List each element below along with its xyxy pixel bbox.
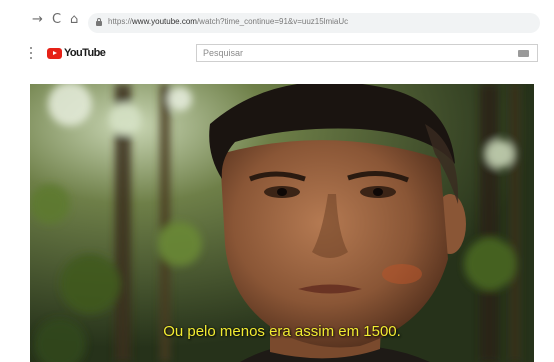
url-path: /watch?time_continue=91&v=uuz15lmiaUc <box>196 17 349 26</box>
home-icon[interactable]: ⌂ <box>70 13 78 27</box>
url-prefix: https:// <box>108 17 133 26</box>
url-host: www.youtube.com <box>132 17 197 26</box>
logo-text: YouTube <box>64 47 106 59</box>
video-player[interactable]: Ou pelo menos era assim em 1500. <box>30 84 534 362</box>
search-placeholder: Pesquisar <box>203 48 244 58</box>
keyboard-icon[interactable] <box>518 50 529 57</box>
video-subtitle: Ou pelo menos era assim em 1500. <box>163 323 401 340</box>
kebab-menu-icon[interactable] <box>30 47 33 59</box>
reload-icon[interactable]: C <box>52 13 61 27</box>
address-bar[interactable]: https://www.youtube.com/watch?time_conti… <box>88 13 540 33</box>
youtube-logo[interactable]: YouTube <box>47 47 106 59</box>
youtube-header: YouTube Pesquisar <box>0 40 554 68</box>
video-frame <box>30 84 534 362</box>
forward-arrow-icon[interactable]: → <box>32 13 43 27</box>
lock-icon <box>96 18 102 26</box>
play-logo-icon <box>47 47 62 59</box>
url-text: https://www.youtube.com/watch?time_conti… <box>108 17 348 26</box>
browser-toolbar: → C ⌂ https://www.youtube.com/watch?time… <box>0 0 554 40</box>
search-input[interactable]: Pesquisar <box>196 44 538 62</box>
